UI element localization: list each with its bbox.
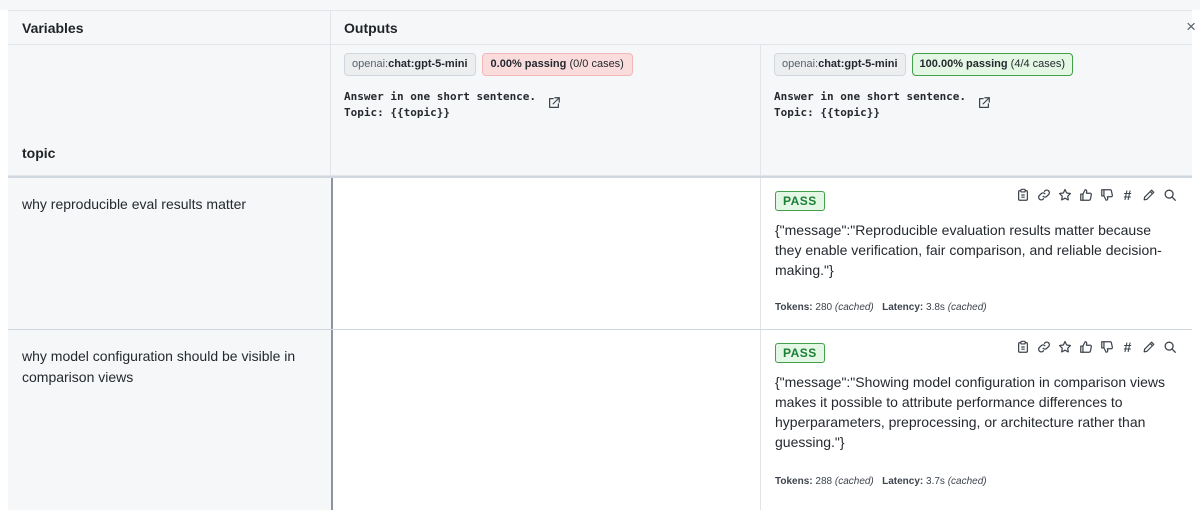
link-icon[interactable] bbox=[1035, 186, 1052, 203]
hash-icon[interactable]: # bbox=[1119, 338, 1136, 355]
output-actions: # bbox=[1014, 186, 1178, 203]
search-icon[interactable] bbox=[1161, 338, 1178, 355]
table-row-variable-cell: why model configuration should be visibl… bbox=[8, 330, 331, 510]
status-badge: PASS bbox=[775, 191, 825, 211]
search-icon[interactable] bbox=[1161, 186, 1178, 203]
prompt-text: Answer in one short sentence. Topic: {{t… bbox=[344, 90, 537, 119]
hash-icon[interactable]: # bbox=[1119, 186, 1136, 203]
variables-column-header: Variables bbox=[8, 10, 331, 45]
pencil-icon[interactable] bbox=[1140, 338, 1157, 355]
thumbs-up-icon[interactable] bbox=[1077, 338, 1094, 355]
output-cell: PASS # {"message":"Reproducible evaluati… bbox=[761, 178, 1192, 329]
output-actions: # bbox=[1014, 338, 1178, 355]
external-link-icon[interactable] bbox=[977, 96, 991, 110]
outputs-column-header: Outputs bbox=[331, 10, 1192, 45]
output-metadata: Tokens: 280 (cached) Latency: 3.8s (cach… bbox=[775, 302, 987, 313]
close-icon[interactable]: × bbox=[1186, 18, 1196, 35]
provider-config-cell-1: openai:chat:gpt-5-mini 0.00% passing (0/… bbox=[331, 45, 761, 176]
provider-model-chip[interactable]: openai:chat:gpt-5-mini bbox=[344, 53, 476, 76]
pass-rate-badge: 0.00% passing (0/0 cases) bbox=[481, 53, 633, 76]
star-icon[interactable] bbox=[1056, 186, 1073, 203]
star-icon[interactable] bbox=[1056, 338, 1073, 355]
provider-config-cell-2: openai:chat:gpt-5-mini 100.00% passing (… bbox=[761, 45, 1192, 176]
link-icon[interactable] bbox=[1035, 338, 1052, 355]
output-cell: PASS # {"message":"Showing model configu… bbox=[761, 330, 1192, 510]
pass-rate-badge: 100.00% passing (4/4 cases) bbox=[911, 53, 1074, 76]
output-cell-empty bbox=[331, 178, 761, 329]
output-message: {"message":"Reproducible evaluation resu… bbox=[775, 222, 1162, 278]
outputs-header-label: Outputs bbox=[344, 19, 398, 36]
copy-icon[interactable] bbox=[1014, 338, 1031, 355]
output-cell-empty bbox=[331, 330, 761, 510]
output-metadata: Tokens: 288 (cached) Latency: 3.7s (cach… bbox=[775, 476, 987, 487]
copy-icon[interactable] bbox=[1014, 186, 1031, 203]
prompt-text: Answer in one short sentence. Topic: {{t… bbox=[774, 90, 967, 119]
table-row-variable-cell: why reproducible eval results matter bbox=[8, 178, 331, 329]
thumbs-up-icon[interactable] bbox=[1077, 186, 1094, 203]
topic-value: why model configuration should be visibl… bbox=[22, 348, 296, 385]
status-badge: PASS bbox=[775, 343, 825, 363]
output-message: {"message":"Showing model configuration … bbox=[775, 374, 1165, 450]
topic-value: why reproducible eval results matter bbox=[22, 196, 247, 212]
variable-column-name: topic bbox=[22, 145, 56, 161]
thumbs-down-icon[interactable] bbox=[1098, 186, 1115, 203]
pencil-icon[interactable] bbox=[1140, 186, 1157, 203]
variables-header-label: Variables bbox=[22, 19, 84, 36]
external-link-icon[interactable] bbox=[547, 96, 561, 110]
page-top-strip bbox=[0, 0, 1200, 10]
thumbs-down-icon[interactable] bbox=[1098, 338, 1115, 355]
provider-model-chip[interactable]: openai:chat:gpt-5-mini bbox=[774, 53, 906, 76]
variables-config-cell: topic bbox=[8, 45, 331, 176]
